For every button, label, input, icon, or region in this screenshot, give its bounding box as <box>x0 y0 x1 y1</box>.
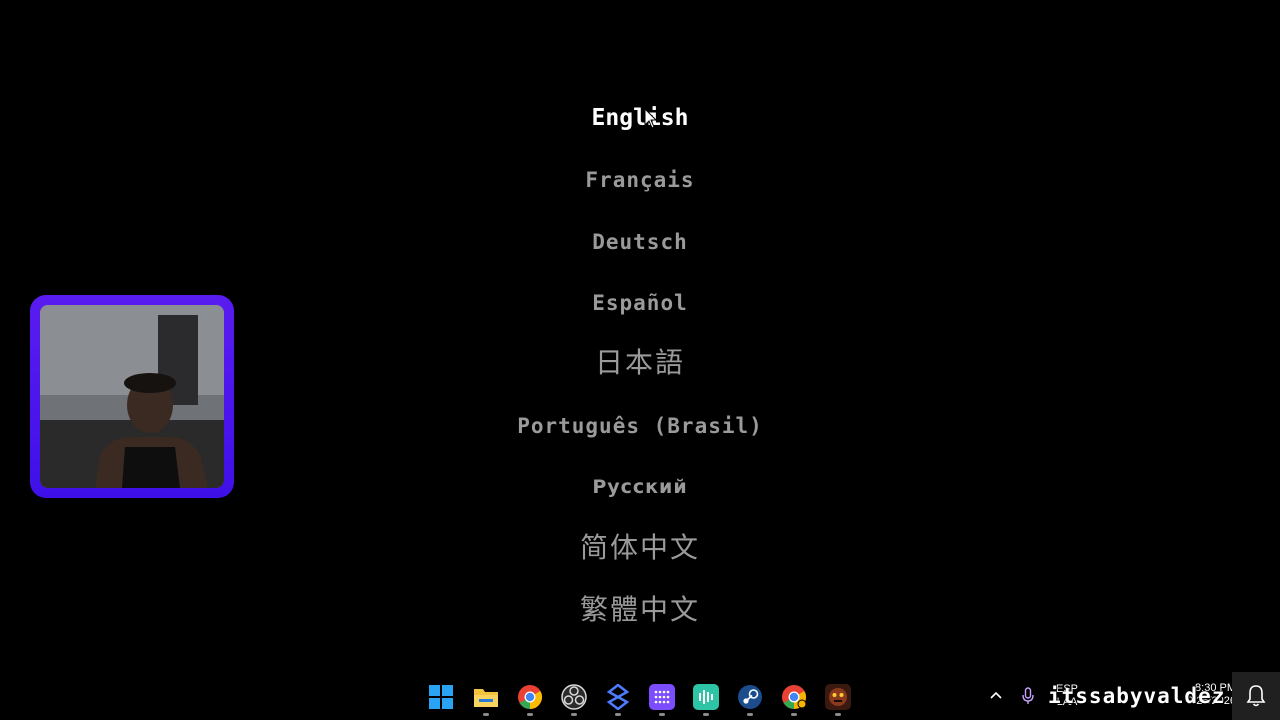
chrome-alt-icon[interactable] <box>781 684 807 710</box>
app-running-indicator <box>791 713 797 716</box>
app-running-indicator <box>747 713 753 716</box>
language-option-french[interactable]: Français <box>0 165 1280 195</box>
app-running-indicator <box>615 713 621 716</box>
microphone-icon[interactable] <box>1021 687 1035 705</box>
language-option-simplified-chinese[interactable]: 简体中文 <box>0 533 1280 563</box>
language-option-german[interactable]: Deutsch <box>0 227 1280 257</box>
webcam-feed <box>40 305 224 488</box>
audio-app-icon[interactable] <box>693 684 719 710</box>
app-running-indicator <box>527 713 533 716</box>
chrome-icon[interactable] <box>517 684 543 710</box>
game-icon[interactable] <box>825 684 851 710</box>
app-running-indicator <box>483 713 489 716</box>
app-running-indicator <box>659 713 665 716</box>
game-screen: English Français Deutsch Español 日本語 Por… <box>0 0 1280 720</box>
notification-button[interactable] <box>1232 672 1280 720</box>
app-running-indicator <box>571 713 577 716</box>
language-option-english[interactable]: English <box>0 103 1280 133</box>
webcam-overlay <box>30 295 234 498</box>
notification-icon <box>1246 685 1266 707</box>
app-running-indicator <box>835 713 841 716</box>
steam-icon[interactable] <box>737 684 763 710</box>
app-running-indicator <box>703 713 709 716</box>
grid-app-icon[interactable] <box>649 684 675 710</box>
start-menu-icon[interactable] <box>428 684 454 710</box>
webcam-person-image <box>40 305 224 488</box>
mouse-cursor-icon <box>644 108 658 129</box>
app-icon[interactable] <box>605 683 631 711</box>
obs-icon[interactable] <box>561 684 587 710</box>
streamer-watermark: itssabyvaldez <box>1048 684 1226 708</box>
chevron-up-icon[interactable] <box>989 689 1003 703</box>
language-option-traditional-chinese[interactable]: 繁體中文 <box>0 595 1280 625</box>
file-explorer-icon[interactable] <box>473 684 499 710</box>
